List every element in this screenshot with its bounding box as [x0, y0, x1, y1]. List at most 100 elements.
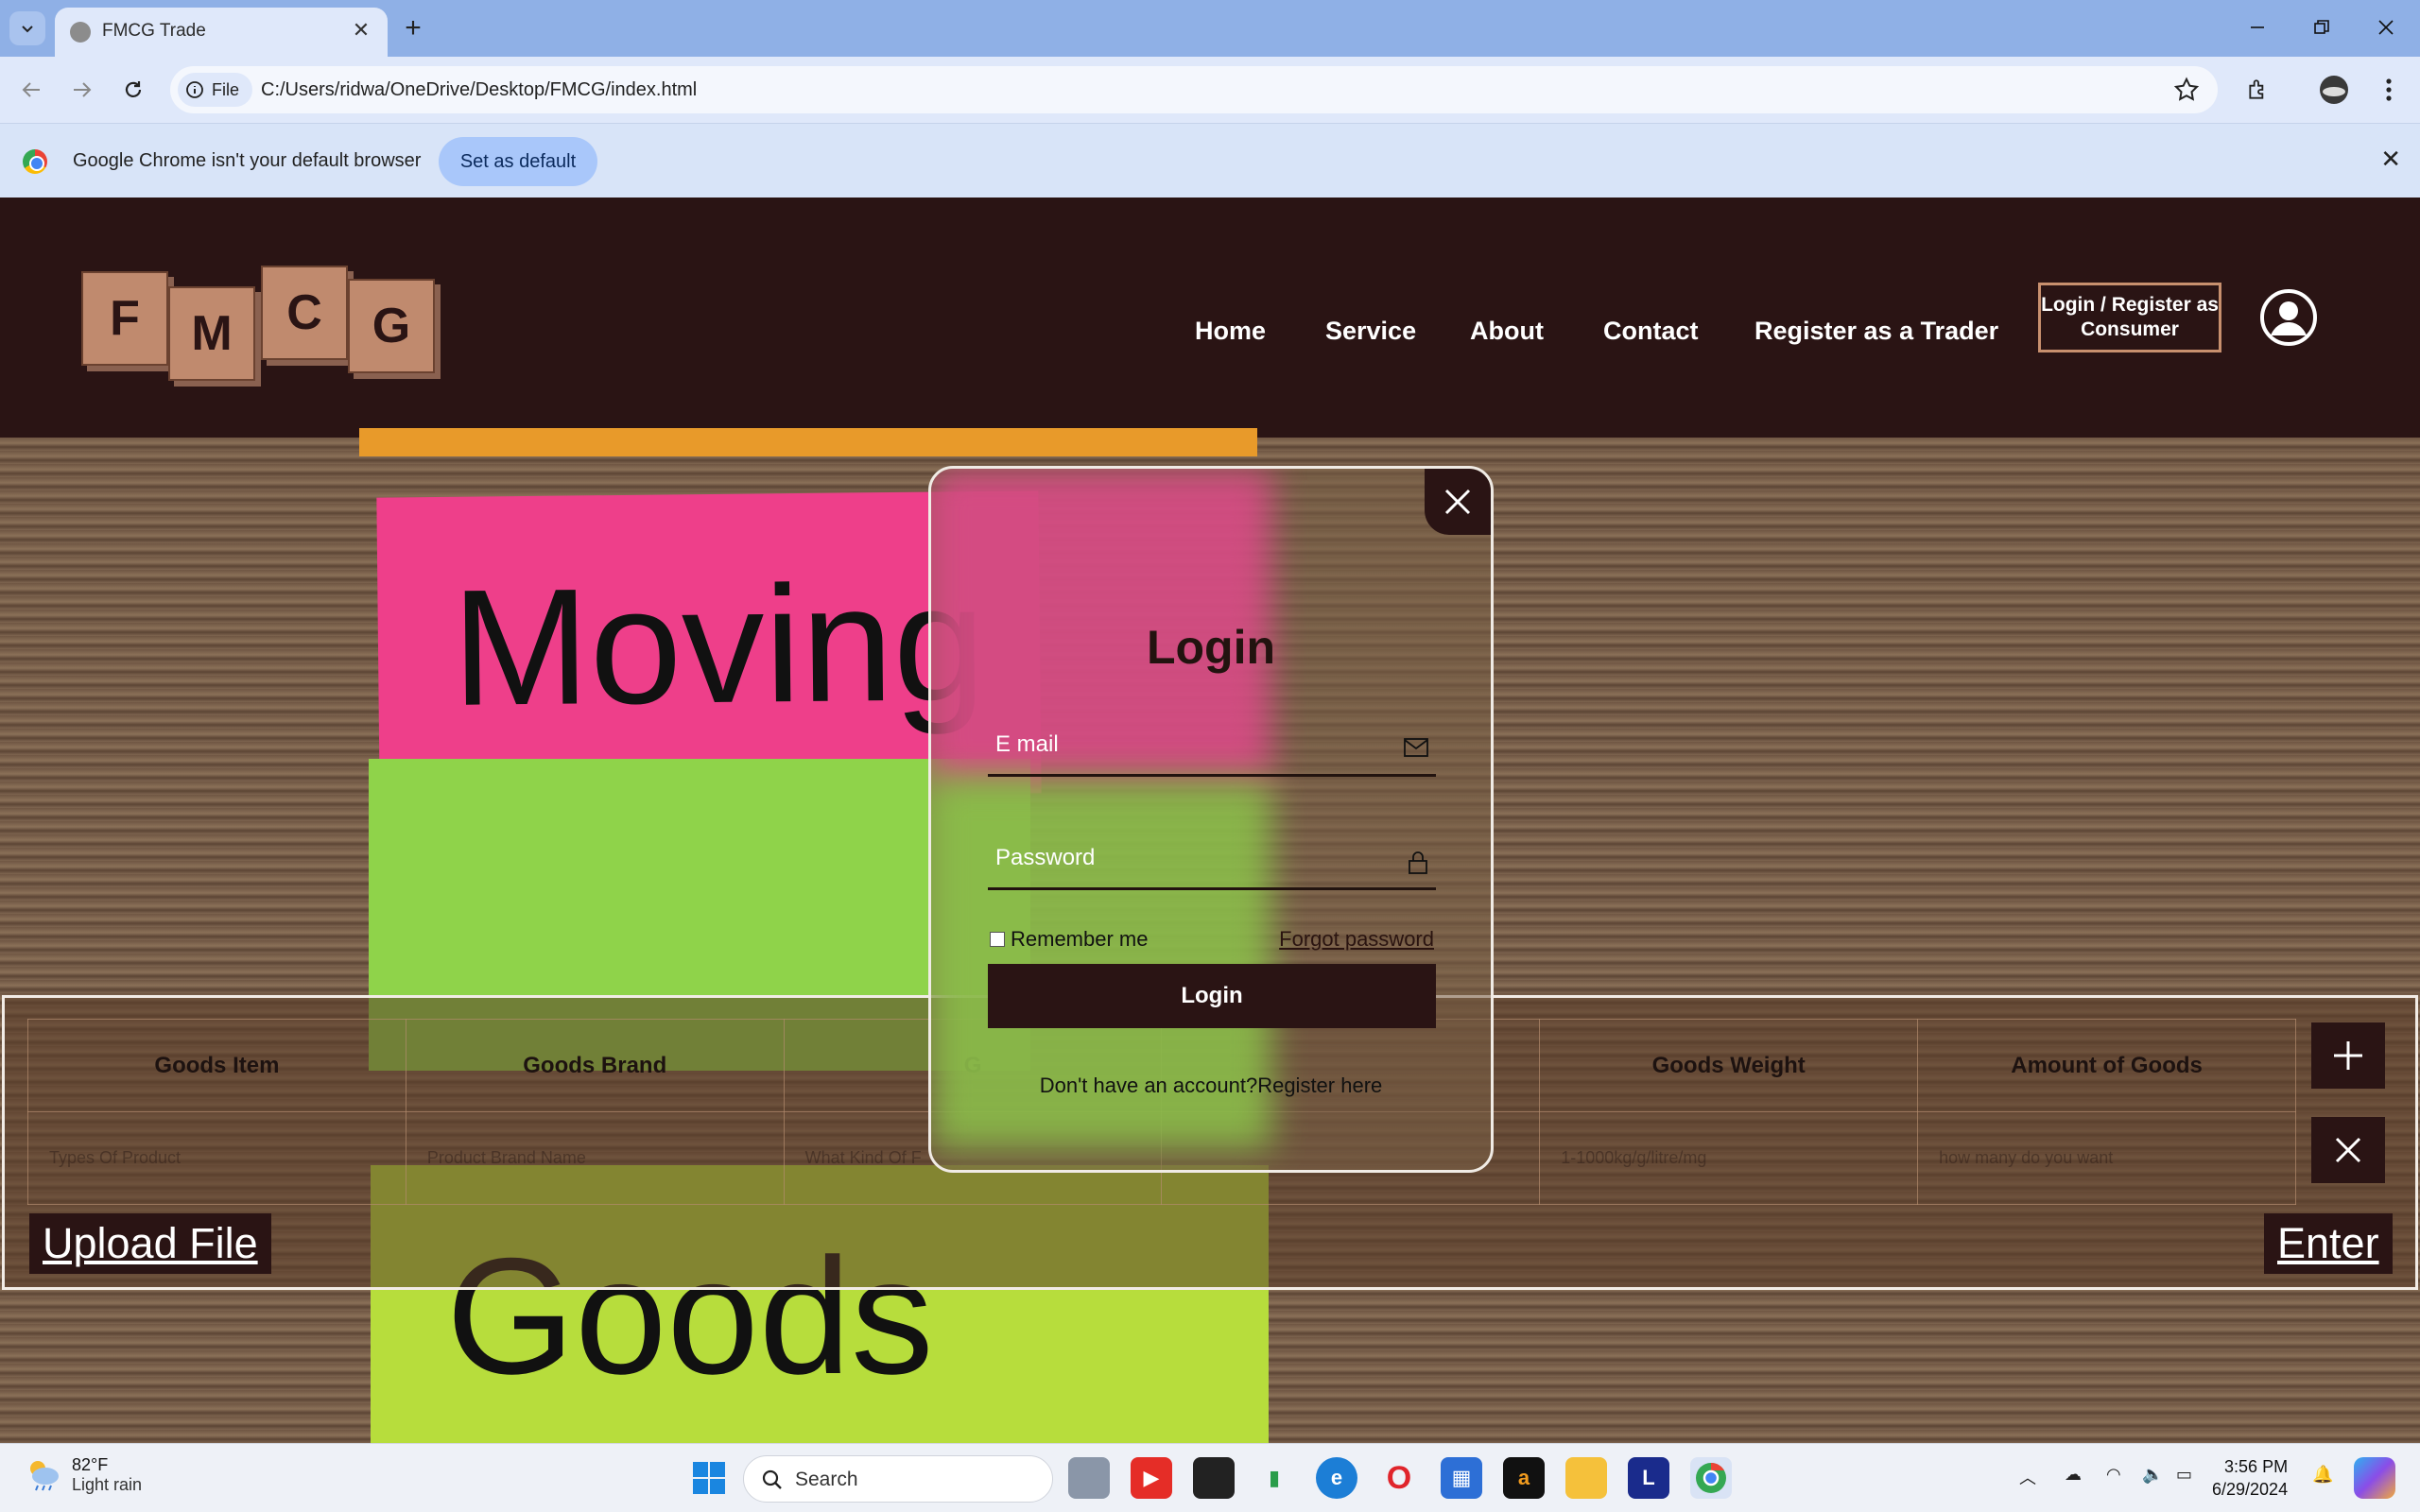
chrome-icon	[1696, 1462, 1726, 1493]
restore-icon	[2314, 20, 2329, 34]
chrome-menu-button[interactable]	[2369, 70, 2409, 110]
back-arrow-icon	[22, 82, 40, 97]
nav-register-trader[interactable]: Register as a Trader	[1754, 317, 1998, 346]
browser-toolbar: File C:/Users/ridwa/OneDrive/Desktop/FMC…	[0, 57, 2420, 123]
close-window-button[interactable]	[2358, 6, 2414, 49]
remember-checkbox[interactable]	[990, 932, 1005, 947]
microsoft-store-icon[interactable]: ▦	[1441, 1457, 1482, 1499]
column-header: Amount of Goods	[1917, 1019, 2296, 1112]
cloud-offline-icon[interactable]: ☁	[2065, 1465, 2082, 1485]
remember-me[interactable]: Remember me	[990, 927, 1148, 952]
chrome-taskbar-icon[interactable]	[1690, 1457, 1732, 1499]
chrome-logo-icon	[23, 149, 47, 174]
opera-browser-icon[interactable]: O	[1378, 1457, 1420, 1499]
site-header: F M C G Home Service About Contact Regis…	[0, 198, 2420, 438]
web-page: F M C G Home Service About Contact Regis…	[0, 198, 2420, 1443]
user-account-icon[interactable]	[2259, 288, 2318, 347]
copilot-icon[interactable]	[2354, 1457, 2395, 1499]
windows-taskbar: 82°F Light rain Search ▶ ▮ e O ▦ a L ︿ ☁…	[0, 1443, 2420, 1512]
tab-strip: FMCG Trade ✕ +	[0, 0, 2420, 57]
goods-amount-input[interactable]: how many do you want	[1917, 1111, 2296, 1205]
register-prompt[interactable]: Don't have an account?Register here	[931, 1074, 1491, 1098]
upload-file-button[interactable]: Upload File	[29, 1213, 271, 1274]
launcher-l-icon[interactable]: L	[1628, 1457, 1669, 1499]
close-icon	[2335, 1137, 2361, 1163]
chip-label: File	[212, 79, 240, 99]
remember-label: Remember me	[1011, 927, 1149, 951]
tab-fmcg-trade[interactable]: FMCG Trade ✕	[55, 8, 388, 57]
logo-tile: M	[168, 286, 255, 381]
default-browser-infobar: Google Chrome isn't your default browser…	[0, 123, 2420, 198]
new-tab-button[interactable]: +	[395, 11, 431, 45]
tab-search-button[interactable]	[9, 11, 45, 45]
file-explorer-icon[interactable]	[1565, 1457, 1607, 1499]
goods-weight-input[interactable]: 1-1000kg/g/litre/mg	[1539, 1111, 1919, 1205]
wifi-icon[interactable]: ◠	[2106, 1465, 2121, 1485]
forgot-password-link[interactable]: Forgot password	[1279, 927, 1434, 952]
nav-contact[interactable]: Contact	[1603, 317, 1699, 346]
column-header: Goods Item	[27, 1019, 406, 1112]
system-clock[interactable]: 3:56 PM 6/29/2024	[2212, 1455, 2288, 1501]
add-row-button[interactable]	[2311, 1022, 2385, 1089]
password-field[interactable]: Password	[988, 824, 1436, 890]
password-placeholder: Password	[995, 845, 1096, 870]
restore-button[interactable]	[2293, 6, 2350, 49]
charts-app-icon[interactable]: ▮	[1253, 1457, 1295, 1499]
nav-about[interactable]: About	[1470, 317, 1544, 346]
profile-avatar-icon	[2320, 76, 2348, 104]
youtube-icon[interactable]: ▶	[1131, 1457, 1172, 1499]
login-title: Login	[1146, 621, 1276, 674]
tab-close-icon[interactable]: ✕	[346, 15, 376, 45]
remove-row-button[interactable]	[2311, 1117, 2385, 1183]
enter-button[interactable]: Enter	[2264, 1213, 2393, 1274]
site-info-chip[interactable]: File	[178, 73, 253, 107]
forward-button[interactable]	[62, 70, 102, 110]
bookmark-star-icon[interactable]	[2172, 76, 2201, 104]
goods-brand-input[interactable]: Product Brand Name	[405, 1111, 785, 1205]
edge-browser-icon[interactable]: e	[1316, 1457, 1357, 1499]
fmcg-logo[interactable]: F M C G	[81, 258, 450, 381]
mail-icon	[1404, 738, 1428, 757]
minimize-button[interactable]	[2229, 6, 2286, 49]
task-view-icon[interactable]	[1068, 1457, 1110, 1499]
reload-button[interactable]	[113, 70, 153, 110]
nav-service[interactable]: Service	[1325, 317, 1416, 346]
url-text: C:/Users/ridwa/OneDrive/Desktop/FMCG/ind…	[261, 79, 698, 100]
amazon-icon[interactable]: a	[1503, 1457, 1545, 1499]
globe-icon	[70, 22, 91, 43]
email-field[interactable]: E mail	[988, 711, 1436, 777]
clock-time: 3:56 PM	[2224, 1457, 2289, 1476]
logo-tile: G	[348, 279, 435, 373]
minimize-icon	[2251, 26, 2264, 28]
address-bar[interactable]: File C:/Users/ridwa/OneDrive/Desktop/FMC…	[170, 66, 2218, 113]
search-icon	[762, 1469, 782, 1489]
profile-button[interactable]	[2314, 70, 2354, 110]
logo-tile: F	[81, 271, 168, 366]
back-button[interactable]	[11, 70, 51, 110]
modal-close-button[interactable]	[1425, 469, 1491, 535]
weather-widget[interactable]: 82°F Light rain	[25, 1455, 142, 1495]
show-hidden-icons-chevron[interactable]: ︿	[2019, 1465, 2036, 1489]
volume-icon[interactable]: 🔈	[2142, 1465, 2163, 1485]
nav-home[interactable]: Home	[1195, 317, 1266, 346]
battery-icon[interactable]: ▭	[2176, 1465, 2192, 1485]
infobar-close-icon[interactable]: ✕	[2380, 145, 2401, 174]
goods-item-input[interactable]: Types Of Product	[27, 1111, 406, 1205]
notification-bell-icon[interactable]: 🔔	[2312, 1465, 2333, 1485]
forward-arrow-icon	[74, 82, 92, 97]
start-button[interactable]	[688, 1457, 730, 1499]
photos-app-icon[interactable]	[1193, 1457, 1235, 1499]
extensions-button[interactable]	[2238, 70, 2278, 110]
info-icon	[186, 81, 203, 98]
rain-cloud-icon	[30, 1461, 59, 1491]
taskbar-search[interactable]: Search	[743, 1455, 1053, 1503]
login-submit-button[interactable]: Login	[988, 964, 1436, 1028]
set-as-default-button[interactable]: Set as default	[439, 137, 597, 186]
chevron-down-icon	[22, 26, 33, 33]
reload-icon	[125, 81, 142, 97]
email-placeholder: E mail	[995, 731, 1059, 757]
login-register-consumer-button[interactable]: Login / Register as Consumer	[2038, 283, 2221, 352]
search-label: Search	[795, 1469, 858, 1490]
hero-background: Moving Goods Goods Item Goods Brand G Go…	[0, 428, 2420, 1443]
login-modal: Login E mail Password Remember me Forgot…	[928, 466, 1494, 1173]
